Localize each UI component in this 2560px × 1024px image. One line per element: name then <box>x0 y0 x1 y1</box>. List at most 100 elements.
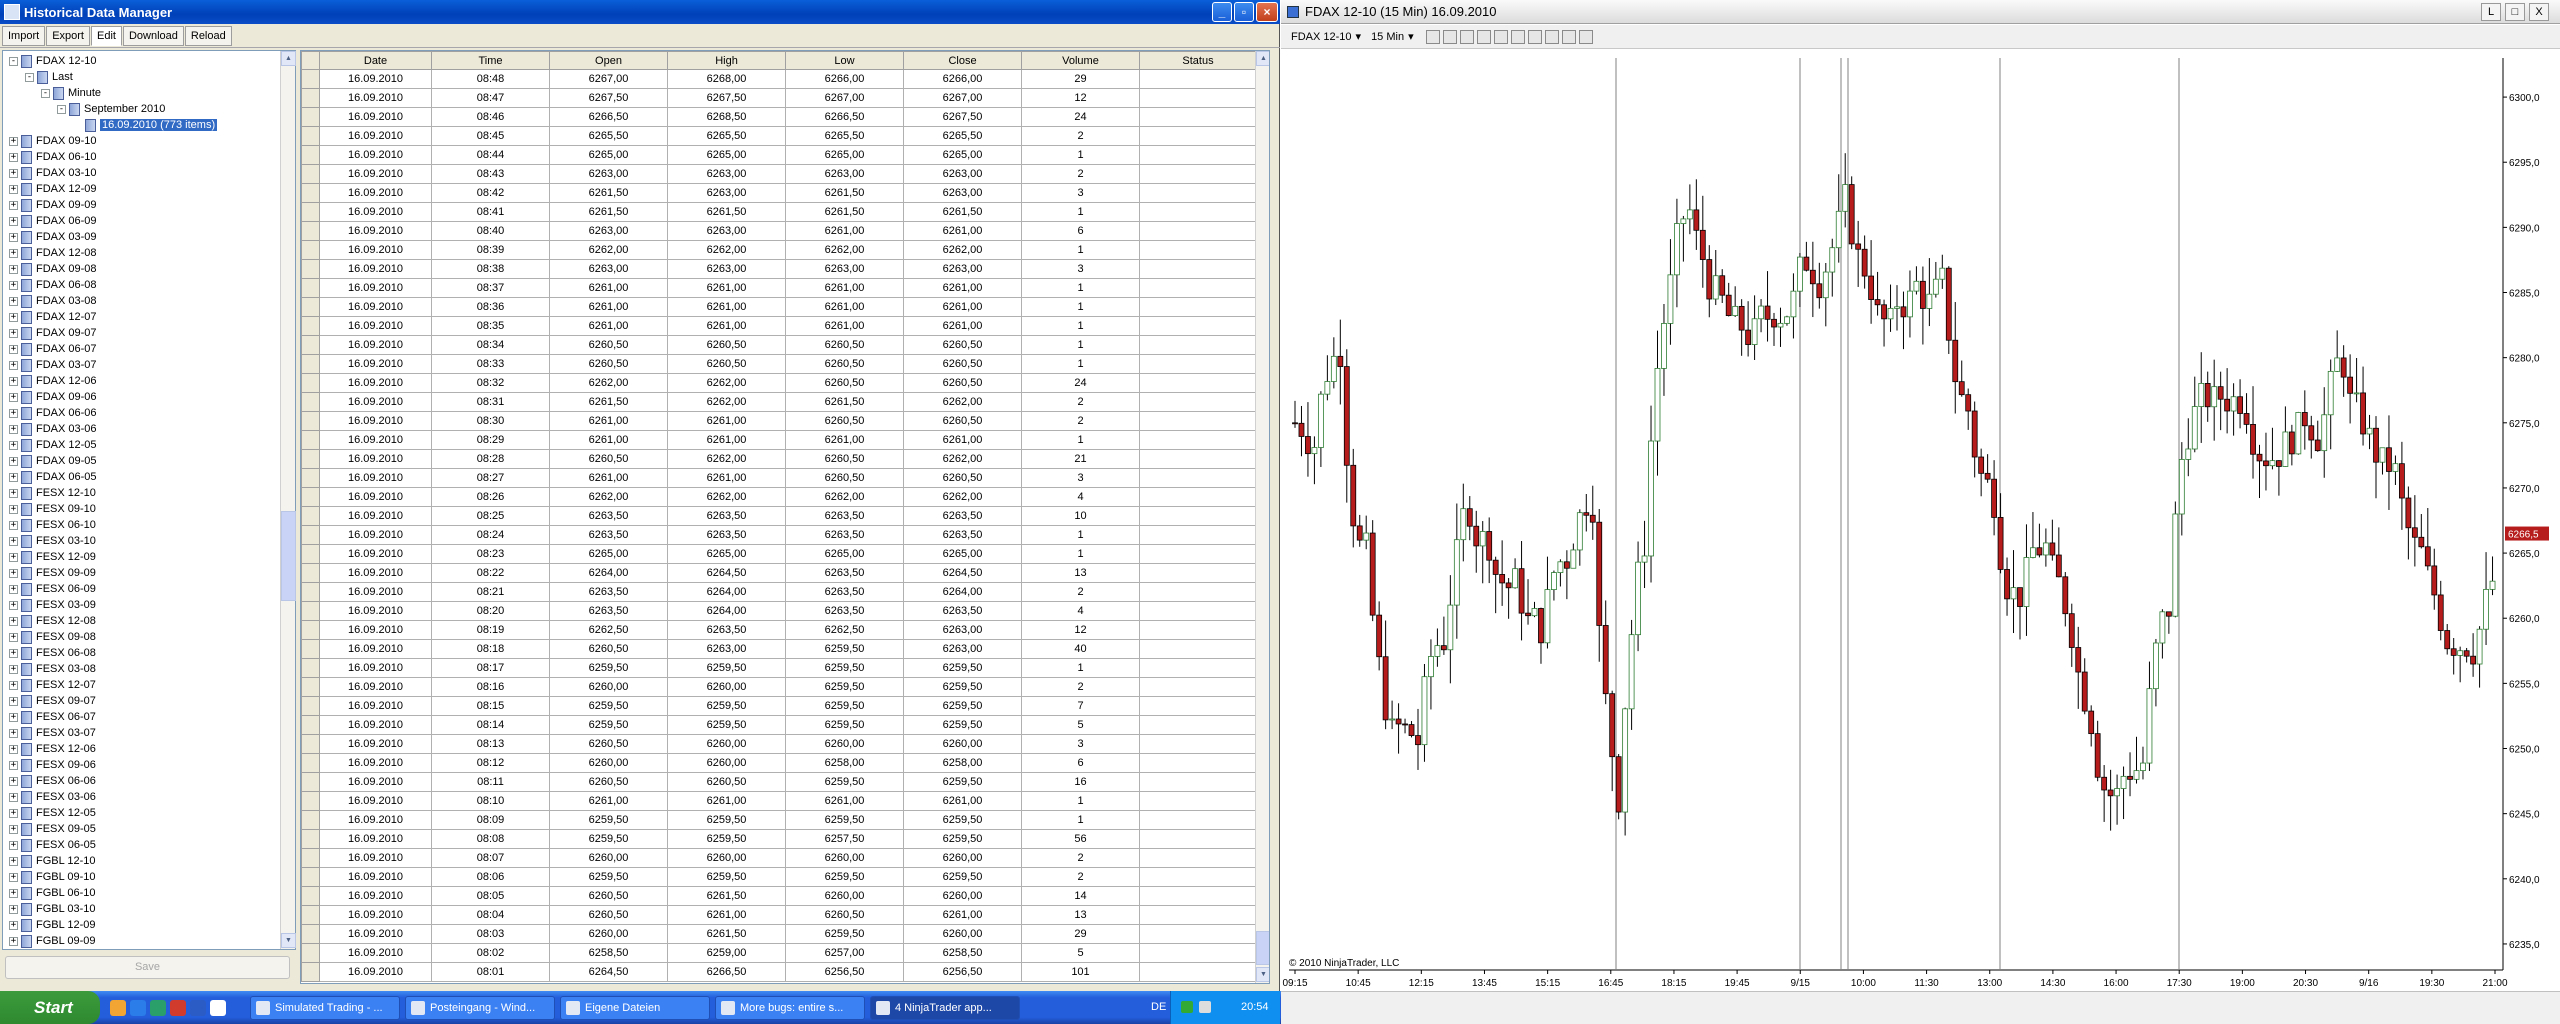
table-cell[interactable]: 6261,00 <box>549 411 668 431</box>
table-cell[interactable]: 101 <box>1021 962 1140 982</box>
row-header[interactable] <box>301 240 320 260</box>
task-posteingang[interactable]: Posteingang - Wind... <box>405 996 555 1020</box>
tree-item[interactable]: + FDAX 06-06 <box>9 405 97 421</box>
table-cell[interactable]: 08:16 <box>431 677 550 697</box>
table-cell[interactable]: 08:36 <box>431 297 550 317</box>
collapse-icon[interactable]: - <box>9 56 18 66</box>
table-cell[interactable]: 6261,00 <box>785 297 904 317</box>
row-header[interactable] <box>301 107 320 127</box>
table-cell[interactable]: 08:08 <box>431 829 550 849</box>
table-cell[interactable]: 16.09.2010 <box>319 620 432 640</box>
column-header[interactable]: High <box>667 51 786 70</box>
table-cell[interactable]: 6260,50 <box>667 335 786 355</box>
table-cell[interactable]: 08:29 <box>431 430 550 450</box>
table-cell[interactable]: 16.09.2010 <box>319 848 432 868</box>
maximize-button[interactable]: □ <box>2505 3 2525 21</box>
table-cell[interactable]: 6261,50 <box>549 202 668 222</box>
table-row[interactable]: 16.09.2010 08:05 6260,50 6261,50 6260,00 6260… <box>301 886 1257 906</box>
expand-icon[interactable]: + <box>9 168 18 178</box>
table-row[interactable]: 16.09.2010 08:09 6259,50 6259,50 6259,50 6259… <box>301 810 1257 830</box>
table-cell[interactable]: 6261,00 <box>785 791 904 811</box>
task-eigene-dateien[interactable]: Eigene Dateien <box>560 996 710 1020</box>
table-cell[interactable] <box>1139 240 1257 260</box>
table-cell[interactable]: 16.09.2010 <box>319 658 432 678</box>
table-cell[interactable]: 6261,50 <box>667 924 786 944</box>
table-cell[interactable]: 6258,00 <box>785 753 904 773</box>
row-header[interactable] <box>301 943 320 963</box>
table-cell[interactable]: 16.09.2010 <box>319 335 432 355</box>
table-cell[interactable]: 6261,50 <box>549 183 668 203</box>
table-cell[interactable]: 6260,00 <box>667 677 786 697</box>
table-cell[interactable]: 16.09.2010 <box>319 240 432 260</box>
table-cell[interactable]: 6261,00 <box>785 221 904 241</box>
table-cell[interactable]: 16.09.2010 <box>319 962 432 982</box>
table-cell[interactable]: 6259,50 <box>785 772 904 792</box>
table-cell[interactable]: 16.09.2010 <box>319 126 432 146</box>
tree-item[interactable]: + FGBL 03-10 <box>9 901 96 917</box>
table-row[interactable]: 16.09.2010 08:07 6260,00 6260,00 6260,00 6260… <box>301 848 1257 868</box>
table-cell[interactable]: 16.09.2010 <box>319 715 432 735</box>
row-header[interactable] <box>301 905 320 925</box>
tree-item[interactable]: + FDAX 12-07 <box>9 309 97 325</box>
table-cell[interactable]: 16.09.2010 <box>319 753 432 773</box>
table-cell[interactable]: 6259,50 <box>903 867 1022 887</box>
row-header[interactable] <box>301 335 320 355</box>
tree-node[interactable]: 16.09.2010 (773 items) <box>73 117 218 133</box>
tree-item[interactable]: + FDAX 03-08 <box>9 293 97 309</box>
table-cell[interactable]: 6261,50 <box>785 392 904 412</box>
expand-icon[interactable]: + <box>9 840 18 850</box>
table-cell[interactable]: 6260,50 <box>785 335 904 355</box>
expand-icon[interactable]: + <box>9 360 18 370</box>
table-cell[interactable] <box>1139 316 1257 336</box>
table-cell[interactable]: 6260,50 <box>549 639 668 659</box>
table-cell[interactable]: 1 <box>1021 240 1140 260</box>
table-cell[interactable] <box>1139 164 1257 184</box>
tree-item[interactable]: + FDAX 09-07 <box>9 325 97 341</box>
table-cell[interactable] <box>1139 411 1257 431</box>
expand-icon[interactable]: + <box>9 136 18 146</box>
table-cell[interactable] <box>1139 506 1257 526</box>
table-row[interactable]: 16.09.2010 08:42 6261,50 6263,00 6261,50 6263… <box>301 183 1257 203</box>
candlestick-chart[interactable]: 6300,0 6295,0 6290,0 6285,0 6280,0 6275,0 6270… <box>1281 50 2560 991</box>
table-cell[interactable]: 08:05 <box>431 886 550 906</box>
scroll-down-arrow-icon[interactable]: ▼ <box>281 933 296 948</box>
table-cell[interactable]: 16.09.2010 <box>319 202 432 222</box>
table-cell[interactable]: 16.09.2010 <box>319 354 432 374</box>
table-cell[interactable]: 6260,00 <box>785 734 904 754</box>
table-cell[interactable]: 6260,50 <box>785 468 904 488</box>
table-cell[interactable] <box>1139 373 1257 393</box>
table-cell[interactable]: 16.09.2010 <box>319 487 432 507</box>
table-cell[interactable] <box>1139 886 1257 906</box>
tree-item[interactable]: + FGBL 09-10 <box>9 869 96 885</box>
table-cell[interactable]: 08:15 <box>431 696 550 716</box>
scroll-down-arrow-icon[interactable]: ▼ <box>1256 967 1269 982</box>
task-simulated-trading[interactable]: Simulated Trading - ... <box>250 996 400 1020</box>
close-button[interactable]: × <box>1256 2 1278 22</box>
row-header[interactable] <box>301 734 320 754</box>
table-cell[interactable]: 6263,00 <box>903 259 1022 279</box>
table-cell[interactable]: 6260,50 <box>785 905 904 925</box>
table-cell[interactable]: 16.09.2010 <box>319 886 432 906</box>
table-cell[interactable]: 6265,50 <box>549 126 668 146</box>
tree-item[interactable]: + FGBL 06-10 <box>9 885 96 901</box>
table-cell[interactable]: 08:04 <box>431 905 550 925</box>
explorer-icon[interactable] <box>210 1000 226 1016</box>
table-cell[interactable] <box>1139 278 1257 298</box>
tree-item[interactable]: + FESX 06-05 <box>9 837 96 853</box>
row-header[interactable] <box>301 924 320 944</box>
row-header[interactable] <box>301 145 320 165</box>
tree-item[interactable]: + FGBL 12-10 <box>9 853 96 869</box>
table-cell[interactable] <box>1139 639 1257 659</box>
row-header[interactable] <box>301 126 320 146</box>
table-cell[interactable] <box>1139 810 1257 830</box>
table-cell[interactable]: 16.09.2010 <box>319 221 432 241</box>
table-cell[interactable]: 6258,50 <box>903 943 1022 963</box>
table-cell[interactable]: 08:41 <box>431 202 550 222</box>
table-cell[interactable]: 6261,00 <box>903 278 1022 298</box>
table-cell[interactable]: 3 <box>1021 468 1140 488</box>
tree-item[interactable]: + FDAX 09-10 <box>9 133 97 149</box>
table-cell[interactable]: 6259,50 <box>785 715 904 735</box>
expand-icon[interactable]: + <box>9 872 18 882</box>
tree-item[interactable]: + FESX 09-05 <box>9 821 96 837</box>
table-cell[interactable]: 6266,50 <box>785 107 904 127</box>
